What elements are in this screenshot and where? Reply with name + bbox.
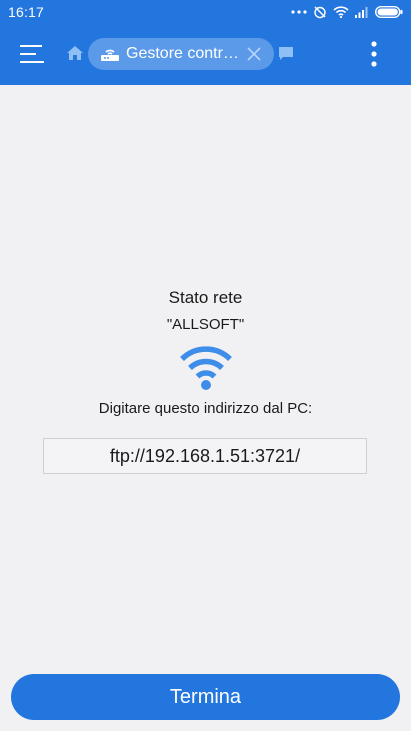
status-bar: 16:17 <box>0 0 411 24</box>
instruction-text: Digitare questo indirizzo dal PC: <box>98 400 313 417</box>
chat-button[interactable] <box>278 46 294 62</box>
battery-icon <box>375 6 403 18</box>
stop-button[interactable]: Termina <box>11 674 400 720</box>
status-time: 16:17 <box>8 4 45 20</box>
home-icon <box>67 46 83 60</box>
app-bar: Gestore contr… <box>0 24 411 85</box>
ftp-address[interactable]: ftp://192.168.1.51:3721/ <box>43 438 367 474</box>
chat-icon <box>279 47 293 60</box>
status-icons <box>291 5 403 19</box>
more-vertical-icon <box>371 41 377 67</box>
tab-label: Gestore contr… <box>126 45 239 62</box>
close-icon[interactable] <box>246 46 262 62</box>
wifi-icon <box>180 346 232 390</box>
alarm-off-icon <box>314 6 326 19</box>
wifi-icon <box>333 6 349 18</box>
hamburger-menu-icon <box>20 45 44 63</box>
network-status-title: Stato rete <box>168 288 243 307</box>
home-button[interactable] <box>64 42 86 64</box>
menu-button[interactable] <box>12 38 52 70</box>
router-icon <box>101 49 119 61</box>
signal-icon <box>355 7 368 18</box>
tab-remote-manager[interactable]: Gestore contr… <box>88 38 274 70</box>
more-options-button[interactable] <box>360 38 388 70</box>
more-dots-icon <box>291 10 307 14</box>
network-name: "ALLSOFT" <box>166 316 245 333</box>
